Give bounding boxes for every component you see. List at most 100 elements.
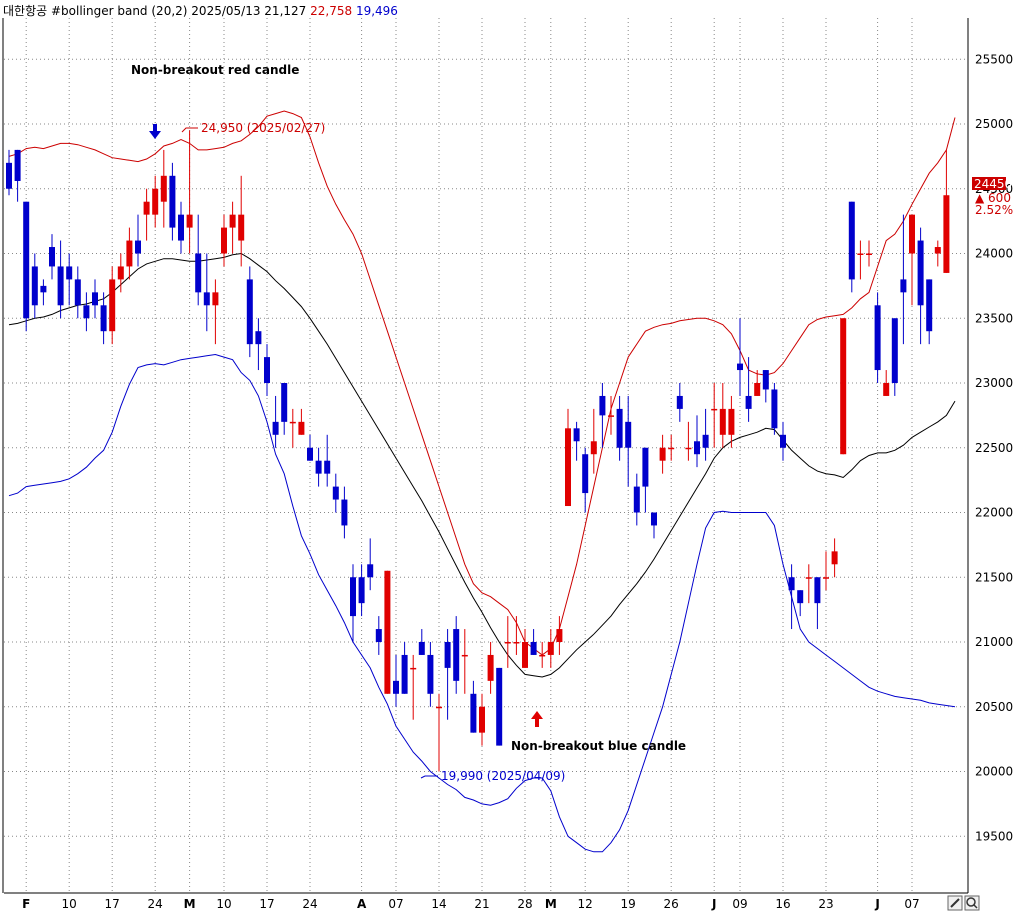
candle-up (513, 616, 520, 655)
chart-header: 대한항공 #bollinger band (20,2) 2025/05/13 2… (3, 2, 398, 19)
candle-body (203, 292, 210, 306)
candle-down (255, 318, 262, 371)
y-tick-label: 20000 (975, 765, 1013, 779)
candle-down (676, 383, 683, 422)
candle-down (702, 408, 709, 461)
x-tick-label: A (357, 897, 367, 911)
candle-body (444, 642, 451, 668)
candle-body (332, 486, 339, 500)
candle-body (178, 214, 184, 241)
y-tick-label: 24000 (975, 247, 1013, 261)
candle-down (780, 421, 786, 461)
candle-body (83, 305, 90, 319)
candle-body (281, 383, 288, 422)
candle-body (530, 642, 537, 655)
candle-body (255, 331, 262, 345)
candle-body (143, 201, 150, 215)
candle-body (651, 512, 657, 526)
candle-body (427, 654, 434, 694)
candle-body (883, 383, 890, 396)
candle-up (659, 434, 666, 474)
candle-body (135, 240, 141, 254)
candle-body (547, 642, 554, 655)
candle-up (229, 201, 236, 254)
candles (6, 130, 950, 772)
candle-body (307, 447, 313, 461)
candle-body (728, 408, 735, 435)
candle-down (14, 149, 21, 202)
candle-down (625, 395, 632, 487)
candle-body (771, 389, 778, 429)
y-tick-label: 21000 (975, 635, 1013, 649)
candle-body (74, 279, 81, 306)
candle-down (418, 629, 425, 655)
x-tick-label: F (22, 897, 30, 911)
candle-up (109, 266, 116, 345)
candle-down (444, 629, 451, 720)
candle-body (31, 266, 38, 306)
candle-body (676, 395, 683, 409)
candle-body (513, 642, 520, 644)
candle-body (754, 383, 761, 396)
candle-down (891, 318, 898, 396)
candle-body (504, 642, 511, 644)
candle-body (367, 564, 374, 578)
candle-down (737, 318, 743, 396)
candle-body (694, 441, 700, 455)
candle-down (848, 201, 855, 293)
x-tick-label: 17 (105, 897, 120, 911)
candle-down (40, 279, 47, 306)
x-tick-label: 07 (904, 897, 919, 911)
candle-body (229, 214, 236, 228)
candle-down (6, 149, 12, 196)
candle-down (900, 214, 907, 345)
candle-down (797, 590, 804, 617)
x-tick-label: 09 (732, 897, 747, 911)
candle-up (479, 693, 485, 746)
price-pct: 2.52% (975, 203, 1013, 217)
x-tick-label: 19 (621, 897, 636, 911)
candle-up (565, 408, 571, 507)
candle-up (143, 188, 150, 241)
candle-down (762, 370, 769, 403)
candle-body (522, 642, 528, 668)
candle-down (100, 292, 107, 345)
bottom-right-tools (947, 895, 980, 911)
candle-down (616, 395, 623, 461)
candle-down (66, 253, 73, 306)
candle-down (324, 434, 331, 487)
low-note: 19,990 (2025/04/09) (420, 769, 565, 783)
y-axis: 19500 20000 20500 21000 21500 22000 22500 23000… (975, 52, 1013, 843)
candle-body (453, 629, 460, 681)
candle-up (212, 279, 219, 345)
candle-body (831, 551, 838, 565)
x-tick-label: 16 (775, 897, 790, 911)
candle-body (418, 642, 425, 655)
price-current: 24450 (974, 177, 1012, 191)
candle-down (341, 486, 348, 539)
candle-up (943, 149, 950, 273)
candle-down (874, 292, 881, 383)
candle-down (573, 421, 580, 461)
candle-body (341, 499, 348, 526)
candle-body (814, 577, 821, 604)
candle-down (92, 279, 98, 319)
candle-down (83, 292, 90, 332)
y-tick-label: 21500 (975, 570, 1013, 584)
candle-down (281, 383, 288, 435)
candle-down (582, 447, 589, 513)
candle-body (805, 577, 812, 579)
candle-body (496, 667, 503, 746)
x-tick-label: 21 (474, 897, 489, 911)
candle-body (6, 162, 12, 189)
candle-body (436, 706, 442, 709)
candle-body (92, 292, 98, 306)
candle-body (264, 357, 270, 383)
candle-up (883, 370, 890, 396)
candle-body (917, 240, 924, 306)
candle-body (410, 667, 417, 670)
arrow-up-icon (531, 711, 543, 727)
candle-up (160, 149, 167, 228)
x-tick-label: M (184, 897, 196, 911)
candle-up (805, 564, 812, 604)
